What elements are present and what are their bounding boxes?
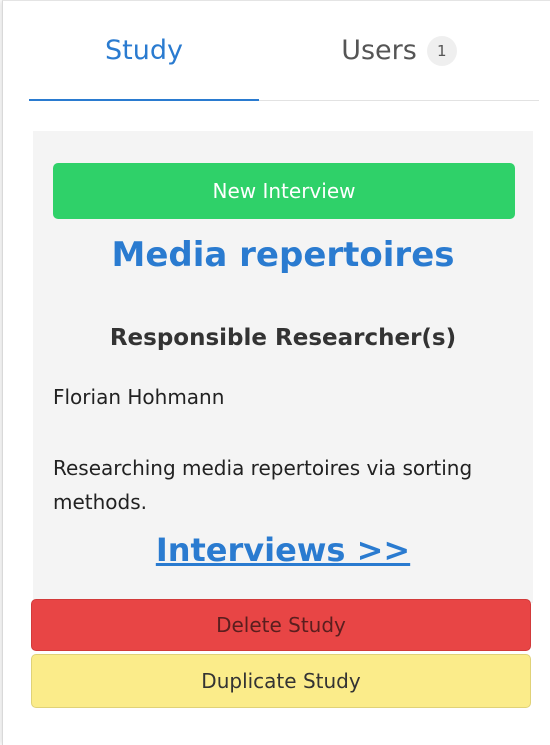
tab-users-label: Users: [341, 35, 417, 66]
new-interview-button[interactable]: New Interview: [53, 163, 515, 219]
duplicate-study-button[interactable]: Duplicate Study: [31, 654, 531, 708]
study-title: Media repertoires: [111, 235, 455, 275]
tab-study-label: Study: [105, 35, 183, 66]
new-interview-label: New Interview: [212, 179, 356, 203]
researcher-name: Florian Hohmann: [53, 385, 225, 409]
tab-users[interactable]: Users 1: [259, 1, 539, 100]
users-count-badge: 1: [426, 35, 457, 66]
tab-study[interactable]: Study: [29, 1, 259, 101]
interviews-link[interactable]: Interviews >>: [33, 531, 533, 569]
study-card: New Interview Media repertoires Responsi…: [33, 131, 533, 603]
responsible-researchers-heading: Responsible Researcher(s): [109, 325, 457, 351]
tab-bar: Study Users 1: [29, 1, 539, 101]
delete-study-button[interactable]: Delete Study: [31, 599, 531, 651]
duplicate-study-label: Duplicate Study: [201, 669, 361, 693]
study-description: Researching media repertoires via sortin…: [53, 456, 473, 514]
delete-study-label: Delete Study: [216, 613, 346, 637]
